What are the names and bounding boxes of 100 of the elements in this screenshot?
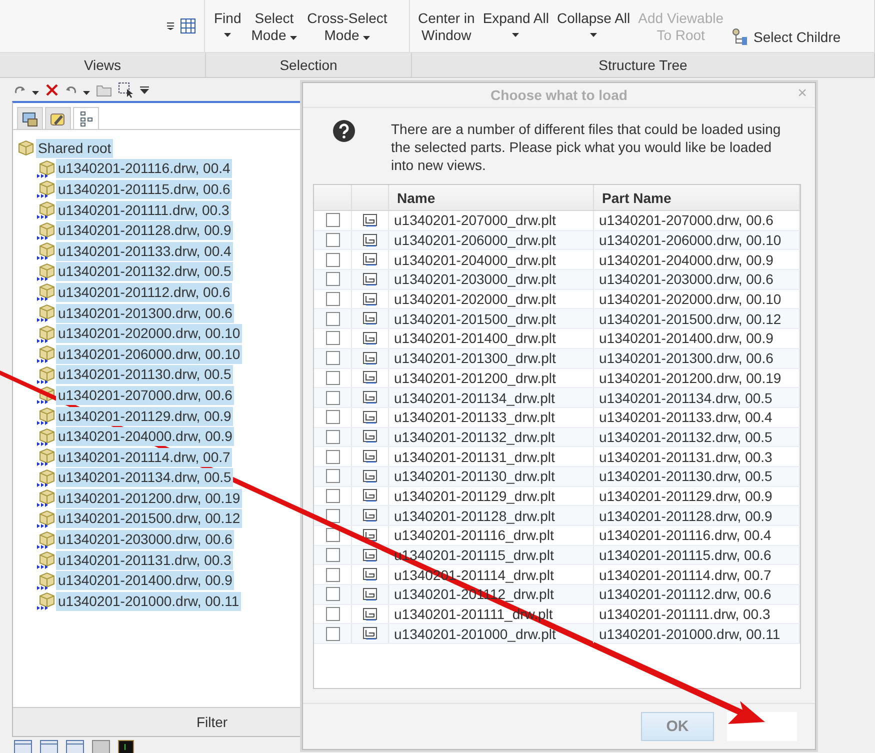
grid-icon[interactable]	[180, 18, 196, 34]
window-icon[interactable]	[92, 740, 110, 753]
tree-item[interactable]: u1340201-201400.drw, 00.9	[56, 571, 234, 590]
panel-tab[interactable]	[45, 107, 71, 129]
undo-icon[interactable]	[65, 85, 77, 95]
panel-tab[interactable]	[73, 107, 99, 129]
terminal-icon[interactable]	[118, 740, 134, 753]
checkbox[interactable]	[326, 390, 340, 405]
tree-item[interactable]: u1340201-201128.drw, 00.9	[56, 221, 234, 240]
tree-item[interactable]: u1340201-201116.drw, 00.4	[56, 159, 232, 178]
table-cell: u1340201-201400_drw.plt	[389, 329, 594, 348]
column-header[interactable]: Name	[389, 185, 594, 210]
checkbox[interactable]	[326, 213, 340, 228]
checkbox[interactable]	[326, 450, 340, 464]
drawing-file-icon	[362, 371, 378, 384]
tree-item[interactable]: u1340201-201200.drw, 00.19	[56, 488, 242, 508]
checkbox[interactable]	[326, 508, 340, 523]
checkbox[interactable]	[326, 312, 340, 326]
checkbox[interactable]	[326, 528, 340, 542]
checkbox[interactable]	[326, 331, 340, 346]
ribbon-button[interactable]: Collapse All	[556, 10, 630, 37]
drawing-file-icon	[362, 470, 378, 483]
cube-icon	[37, 448, 55, 466]
cube-icon	[37, 407, 55, 426]
tree-item[interactable]: u1340201-206000.drw, 00.10	[56, 344, 242, 364]
drawing-file-icon	[362, 391, 378, 404]
drawing-file-icon	[362, 627, 378, 640]
overflow-icon[interactable]	[140, 86, 149, 94]
checkbox[interactable]	[326, 410, 340, 424]
table-cell: u1340201-201500_drw.plt	[389, 309, 594, 328]
tree-item[interactable]: u1340201-201111.drw, 00.3	[56, 200, 232, 220]
drawing-file-icon	[362, 548, 378, 562]
panel-tab[interactable]	[17, 107, 43, 129]
table-cell: u1340201-201129.drw, 00.9	[594, 486, 800, 506]
close-icon[interactable]	[45, 83, 59, 97]
drawing-file-icon	[362, 528, 378, 542]
tree-item[interactable]: u1340201-201114.drw, 00.7	[56, 448, 232, 467]
overflow-icon[interactable]	[167, 22, 174, 30]
checkbox[interactable]	[326, 626, 340, 641]
ribbon-button[interactable]: Center in Window	[418, 10, 475, 44]
tree-item[interactable]: u1340201-201134.drw, 00.5	[56, 468, 234, 488]
redo-icon[interactable]	[14, 85, 26, 95]
tree-item[interactable]: u1340201-201500.drw, 00.12	[56, 509, 242, 528]
tree-item[interactable]: u1340201-207000.drw, 00.6	[56, 386, 234, 405]
cube-icon	[37, 510, 55, 528]
group-label: Views	[0, 53, 206, 77]
tree-item[interactable]: u1340201-202000.drw, 00.10	[56, 324, 242, 344]
checkbox[interactable]	[326, 272, 340, 286]
table-cell: u1340201-201200_drw.plt	[389, 368, 594, 388]
checkbox[interactable]	[326, 607, 340, 622]
dialog-message: There are a number of different files that could be loaded using the selected parts. Please pick what you would like be loaded into new views.	[391, 120, 781, 174]
table-cell: u1340201-204000_drw.plt	[389, 250, 594, 270]
table-cell: u1340201-201132.drw, 00.5	[594, 428, 800, 446]
tree-item[interactable]: u1340201-204000.drw, 00.9	[56, 427, 234, 446]
tree-item[interactable]: u1340201-201112.drw, 00.6	[56, 282, 232, 302]
table-cell: u1340201-201112.drw, 00.6	[594, 585, 800, 604]
tree-item[interactable]: u1340201-201133.drw, 00.4	[56, 242, 234, 261]
layout-icon[interactable]	[66, 740, 84, 753]
ribbon-button[interactable]: Select Mode	[251, 10, 298, 44]
tree-item[interactable]: u1340201-201130.drw, 00.5	[56, 365, 234, 384]
checkbox[interactable]	[326, 430, 340, 444]
checkbox[interactable]	[326, 292, 340, 306]
select-children-button[interactable]: Select Childre	[732, 28, 841, 46]
checkbox[interactable]	[326, 587, 340, 602]
tree-item[interactable]: u1340201-201129.drw, 00.9	[56, 406, 234, 426]
cube-icon	[37, 572, 55, 590]
checkbox[interactable]	[326, 488, 340, 503]
checkbox[interactable]	[326, 370, 340, 385]
tree-item[interactable]: u1340201-201131.drw, 00.3	[56, 550, 234, 570]
table-cell: u1340201-207000_drw.plt	[389, 211, 594, 230]
selection-icon[interactable]	[118, 82, 134, 98]
cube-icon	[37, 304, 55, 322]
ribbon-button[interactable]: Cross-Select Mode	[307, 10, 388, 44]
filter-label[interactable]: Filter	[196, 714, 228, 730]
column-header[interactable]: Part Name	[594, 185, 800, 210]
checkbox[interactable]	[326, 548, 340, 562]
ribbon-button[interactable]: Expand All	[482, 10, 549, 37]
cube-icon	[37, 366, 55, 384]
layout-icon[interactable]	[14, 740, 32, 753]
checkbox[interactable]	[326, 351, 340, 366]
checkbox[interactable]	[326, 469, 340, 484]
drawing-file-icon	[362, 332, 378, 345]
tree-item[interactable]: u1340201-203000.drw, 00.6	[56, 530, 234, 550]
table-cell: u1340201-201115.drw, 00.6	[594, 546, 800, 564]
tree-item[interactable]: u1340201-201300.drw, 00.6	[56, 304, 234, 323]
drawing-file-icon	[362, 292, 378, 306]
tree-item[interactable]: u1340201-201115.drw, 00.6	[56, 180, 232, 199]
table-cell: u1340201-201300_drw.plt	[389, 348, 594, 368]
checkbox[interactable]	[326, 252, 340, 267]
layout-icon[interactable]	[40, 740, 58, 753]
tree-item[interactable]: Shared root	[36, 138, 114, 158]
caret-icon	[83, 91, 90, 95]
checkbox[interactable]	[326, 568, 340, 582]
checkbox[interactable]	[326, 233, 340, 248]
folder-icon[interactable]	[96, 83, 112, 97]
cube-icon	[37, 222, 55, 240]
tree-item[interactable]: u1340201-201132.drw, 00.5	[56, 262, 234, 282]
ribbon-button[interactable]: Find	[214, 10, 242, 37]
cube-icon	[37, 283, 55, 302]
tree-item[interactable]: u1340201-201000.drw, 00.11	[56, 592, 242, 611]
